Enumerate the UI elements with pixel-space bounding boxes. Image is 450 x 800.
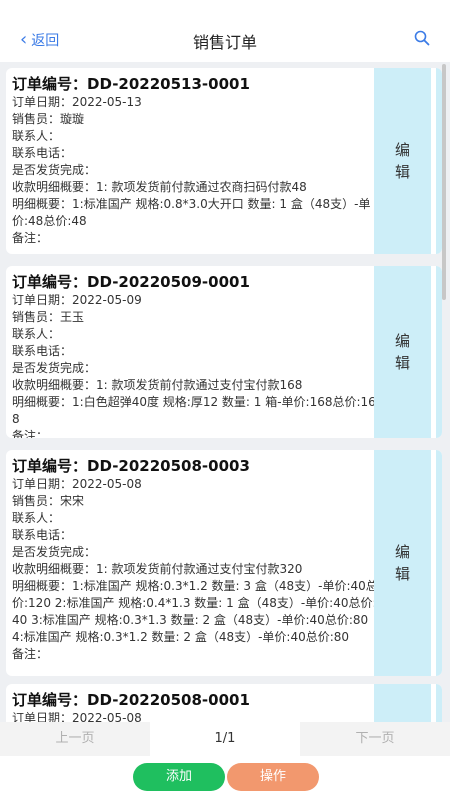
order-info: 订单编号：DD-20220508-0001 订单日期：2022-05-08 — [12, 684, 380, 722]
salesperson: 销售员：宋宋 — [12, 494, 85, 508]
search-icon[interactable] — [414, 30, 430, 46]
payment-summary: 收款明细概要：1: 款项发货前付款通过支付宝付款168 — [12, 378, 303, 392]
operate-button[interactable]: 操作 — [227, 763, 319, 791]
shipped-status: 是否发货完成： — [12, 545, 97, 559]
remark: 备注： — [12, 231, 49, 245]
page-title: 销售订单 — [192, 33, 257, 52]
contact: 联系人： — [12, 327, 61, 341]
phone: 联系电话： — [12, 528, 73, 542]
order-card: 订单编号：DD-20220513-0001 订单日期：2022-05-13 销售… — [6, 68, 442, 254]
remark: 备注： — [12, 647, 49, 661]
order-card: 订单编号：DD-20220509-0001 订单日期：2022-05-09 销售… — [6, 266, 442, 438]
edit-label: 编辑 — [394, 332, 410, 372]
phone: 联系电话： — [12, 344, 73, 358]
edit-button[interactable] — [374, 684, 431, 722]
detail-summary: 明细概要：1:标准国产 规格:0.3*1.2 数量: 3 盒（48支）-单价:4… — [12, 579, 378, 644]
salesperson: 销售员：王玉 — [12, 310, 85, 324]
order-date: 订单日期：2022-05-08 — [12, 711, 142, 722]
edit-label: 编辑 — [394, 543, 410, 583]
order-card: 订单编号：DD-20220508-0001 订单日期：2022-05-08 — [6, 684, 442, 722]
order-number: 订单编号：DD-20220508-0003 — [12, 457, 250, 475]
bottom-actions: 添加 操作 — [0, 756, 450, 800]
shipped-status: 是否发货完成： — [12, 163, 97, 177]
detail-summary: 明细概要：1:标准国产 规格:0.8*3.0大开口 数量: 1 盒（48支）-单… — [12, 197, 371, 228]
app-header: ‹ 返回 销售订单 — [0, 0, 450, 60]
next-page-button[interactable]: 下一页 — [300, 722, 450, 756]
edit-label: 编辑 — [394, 141, 410, 181]
order-list[interactable]: 订单编号：DD-20220513-0001 订单日期：2022-05-13 销售… — [0, 62, 450, 722]
contact: 联系人： — [12, 511, 61, 525]
side-strip — [436, 684, 442, 722]
edit-button[interactable]: 编辑 — [374, 68, 431, 254]
page-indicator: 1/1 — [150, 722, 300, 756]
pagination: 上一页 1/1 下一页 — [0, 722, 450, 756]
remark: 备注： — [12, 429, 49, 438]
order-number: 订单编号：DD-20220508-0001 — [12, 691, 250, 709]
order-number: 订单编号：DD-20220513-0001 — [12, 75, 250, 93]
side-strip — [436, 450, 442, 676]
order-info: 订单编号：DD-20220508-0003 订单日期：2022-05-08 销售… — [12, 450, 380, 663]
order-info: 订单编号：DD-20220513-0001 订单日期：2022-05-13 销售… — [12, 68, 380, 247]
edit-button[interactable]: 编辑 — [374, 450, 431, 676]
contact: 联系人： — [12, 129, 61, 143]
add-button[interactable]: 添加 — [133, 763, 225, 791]
order-date: 订单日期：2022-05-09 — [12, 293, 142, 307]
prev-page-button[interactable]: 上一页 — [0, 722, 150, 756]
shipped-status: 是否发货完成： — [12, 361, 97, 375]
payment-summary: 收款明细概要：1: 款项发货前付款通过支付宝付款320 — [12, 562, 303, 576]
order-date: 订单日期：2022-05-13 — [12, 95, 142, 109]
phone: 联系电话： — [12, 146, 73, 160]
salesperson: 销售员：璇璇 — [12, 112, 85, 126]
order-date: 订单日期：2022-05-08 — [12, 477, 142, 491]
edit-button[interactable]: 编辑 — [374, 266, 431, 438]
payment-summary: 收款明细概要：1: 款项发货前付款通过农商扫码付款48 — [12, 180, 307, 194]
scrollbar-thumb[interactable] — [442, 64, 446, 300]
order-number: 订单编号：DD-20220509-0001 — [12, 273, 250, 291]
order-info: 订单编号：DD-20220509-0001 订单日期：2022-05-09 销售… — [12, 266, 380, 438]
detail-summary: 明细概要：1:白色超弹40度 规格:厚12 数量: 1 箱-单价:168总价:1… — [12, 395, 376, 426]
order-card: 订单编号：DD-20220508-0003 订单日期：2022-05-08 销售… — [6, 450, 442, 676]
